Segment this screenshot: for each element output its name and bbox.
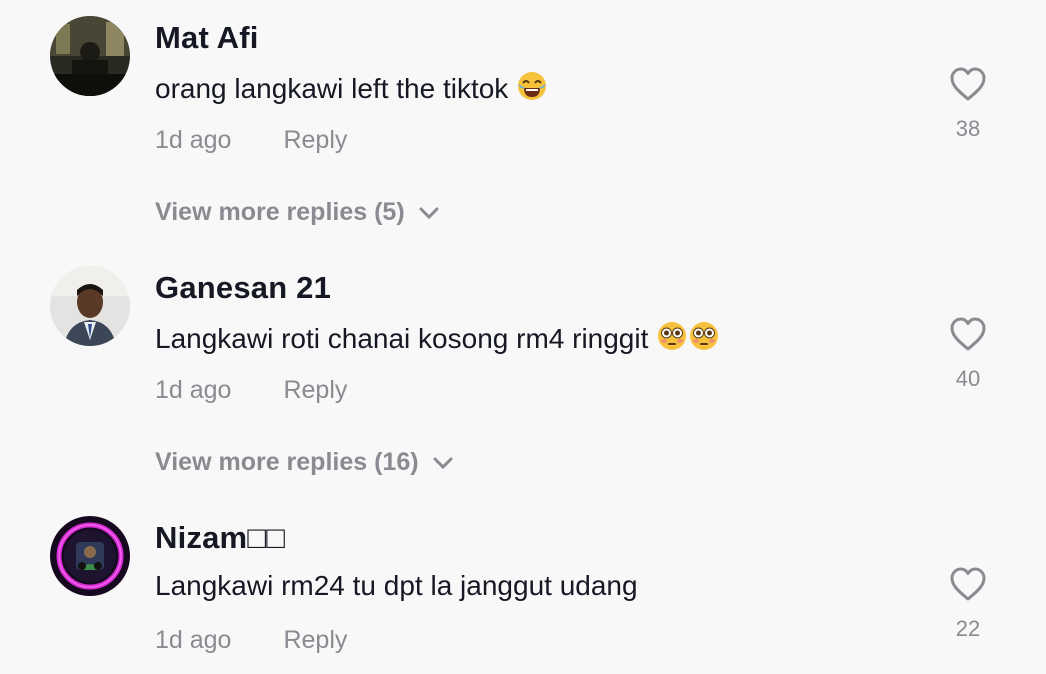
heart-icon [950,317,986,351]
view-more-replies-label: View more replies (16) [155,448,419,476]
reply-button[interactable]: Reply [283,126,347,154]
like-count: 38 [955,116,981,141]
view-more-replies-button[interactable]: View more replies (16) [155,448,453,477]
avatar-image [50,516,130,596]
avatar[interactable] [50,266,130,346]
comment-text: orang langkawi left the tiktok [155,70,548,109]
tears-of-joy-emoji-icon [516,70,548,109]
flushed-emoji-icon [656,320,688,359]
comment-meta: 1d ago Reply [155,626,347,655]
comment-time: 1d ago [155,376,232,404]
view-more-replies-button[interactable]: View more replies (5) [155,198,439,227]
chevron-down-icon [419,207,439,220]
flushed-emoji-icon [688,320,720,359]
reply-button[interactable]: Reply [283,626,347,654]
like-count: 22 [955,616,981,641]
avatar-image [50,16,130,96]
username[interactable]: Mat Afi [155,20,259,56]
heart-icon [950,567,986,601]
comment-text-body: Langkawi roti chanai kosong rm4 ringgit [155,323,657,354]
avatar[interactable] [50,516,130,596]
username-suffix: □□ [247,520,286,555]
like-button[interactable]: 22 [946,566,990,642]
comment-text: Langkawi roti chanai kosong rm4 ringgit [155,320,720,359]
like-button[interactable]: 40 [946,316,990,392]
like-button[interactable]: 38 [946,66,990,142]
view-more-replies-label: View more replies (5) [155,198,405,226]
like-count: 40 [955,366,981,391]
avatar-image [50,266,130,346]
username[interactable]: Ganesan 21 [155,270,331,306]
username[interactable]: Nizam□□ [155,520,285,556]
comment-meta: 1d ago Reply [155,126,347,155]
comment-time: 1d ago [155,126,232,154]
comment-time: 1d ago [155,626,232,654]
comment-text-body: orang langkawi left the tiktok [155,73,517,104]
username-text: Nizam [155,520,248,555]
avatar[interactable] [50,16,130,96]
comment-text: Langkawi rm24 tu dpt la janggut udang [155,570,638,602]
reply-button[interactable]: Reply [283,376,347,404]
heart-icon [950,67,986,101]
chevron-down-icon [433,457,453,470]
comment-meta: 1d ago Reply [155,376,347,405]
comment-text-body: Langkawi rm24 tu dpt la janggut udang [155,570,638,601]
